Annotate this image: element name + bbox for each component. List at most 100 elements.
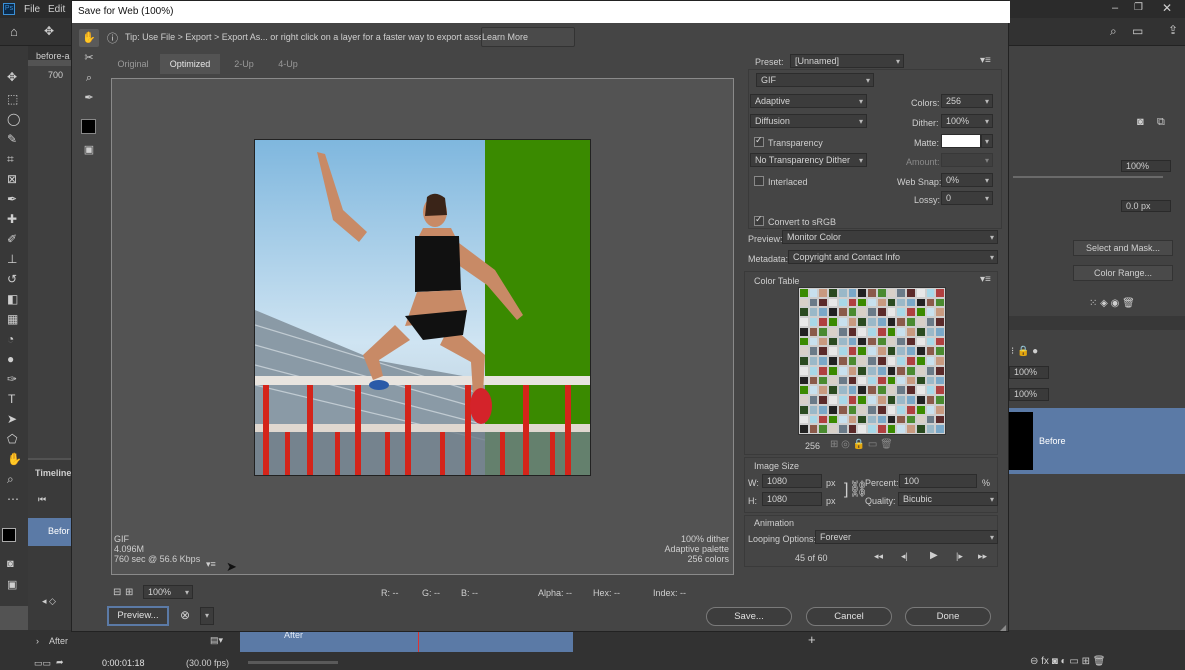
screen-mode-icon[interactable]: ▣ bbox=[7, 578, 17, 591]
slice-select-icon[interactable]: ✂ bbox=[79, 49, 99, 67]
play-icon[interactable]: ▶ bbox=[930, 550, 938, 561]
color-swatch[interactable] bbox=[808, 356, 819, 366]
color-swatch[interactable] bbox=[915, 346, 926, 357]
dither-amount-field[interactable]: 100% ▾ bbox=[941, 114, 993, 128]
color-swatch[interactable] bbox=[915, 317, 926, 327]
websnap-field[interactable]: 0% ▾ bbox=[941, 173, 993, 187]
color-swatch[interactable] bbox=[857, 414, 868, 425]
color-swatch[interactable] bbox=[867, 395, 877, 405]
color-swatch[interactable] bbox=[915, 404, 926, 415]
color-swatch[interactable] bbox=[886, 288, 897, 298]
color-swatch[interactable] bbox=[896, 395, 907, 405]
colors-select[interactable]: 256 ▾ bbox=[941, 94, 993, 108]
info-menu-icon[interactable]: ▾≡ bbox=[206, 559, 216, 570]
color-swatch[interactable] bbox=[876, 404, 887, 415]
color-swatch[interactable] bbox=[906, 297, 916, 308]
color-swatch[interactable] bbox=[808, 307, 819, 318]
density-field[interactable]: 100% bbox=[1121, 160, 1171, 172]
type-icon[interactable]: T bbox=[8, 392, 15, 406]
color-swatch[interactable] bbox=[847, 326, 858, 337]
color-swatch[interactable] bbox=[799, 404, 809, 415]
color-swatch[interactable] bbox=[847, 385, 858, 396]
zoom-select[interactable]: 100% ▾ bbox=[143, 585, 193, 599]
lock-icons[interactable]: ⁝ 🔒 ● bbox=[1011, 346, 1038, 357]
color-swatch[interactable] bbox=[906, 346, 916, 357]
color-swatch[interactable] bbox=[867, 356, 877, 366]
export-icon[interactable]: ➦ bbox=[56, 657, 64, 668]
color-swatch[interactable] bbox=[915, 288, 926, 298]
color-swatch[interactable] bbox=[808, 375, 819, 386]
color-swatch[interactable] bbox=[818, 326, 829, 337]
color-swatch[interactable] bbox=[799, 297, 809, 308]
color-swatch[interactable] bbox=[857, 385, 868, 396]
color-swatch[interactable] bbox=[935, 297, 945, 308]
zoom-out-icon[interactable]: ⊟ bbox=[113, 587, 121, 598]
color-swatch[interactable] bbox=[906, 414, 916, 425]
color-swatch[interactable] bbox=[818, 317, 829, 327]
color-swatch[interactable] bbox=[808, 326, 819, 337]
preview-select[interactable]: Monitor Color ▾ bbox=[782, 230, 998, 244]
color-swatch[interactable] bbox=[808, 385, 819, 396]
color-swatch[interactable] bbox=[837, 317, 848, 327]
color-swatch[interactable] bbox=[886, 336, 897, 347]
color-swatch[interactable] bbox=[896, 414, 907, 425]
eyedropper-tool-icon[interactable]: ✒ bbox=[79, 89, 99, 107]
transparency-checkbox[interactable] bbox=[754, 135, 764, 147]
color-swatch[interactable] bbox=[818, 404, 829, 415]
opacity-field[interactable]: 100% bbox=[1009, 366, 1049, 379]
color-swatch[interactable] bbox=[799, 356, 809, 366]
color-swatch[interactable] bbox=[906, 385, 916, 396]
color-swatch[interactable] bbox=[847, 317, 858, 327]
color-swatch[interactable] bbox=[799, 395, 809, 405]
color-swatch[interactable] bbox=[896, 404, 907, 415]
share-icon[interactable]: ⇪ bbox=[1168, 23, 1178, 37]
color-swatch[interactable] bbox=[808, 288, 819, 298]
transparency-dither-select[interactable]: No Transparency Dither ▾ bbox=[750, 153, 867, 167]
color-swatch[interactable] bbox=[867, 424, 877, 434]
color-swatch[interactable] bbox=[857, 317, 868, 327]
color-swatch[interactable] bbox=[828, 365, 838, 376]
color-swatch[interactable] bbox=[818, 297, 829, 308]
color-swatch[interactable] bbox=[935, 404, 945, 415]
color-swatch[interactable] bbox=[857, 424, 868, 434]
color-swatch[interactable] bbox=[915, 297, 926, 308]
color-swatch[interactable] bbox=[876, 326, 887, 337]
color-swatch[interactable] bbox=[837, 414, 848, 425]
chevron-down-icon[interactable]: ▾ bbox=[200, 607, 214, 625]
color-swatch[interactable] bbox=[808, 424, 819, 434]
color-swatch[interactable] bbox=[935, 326, 945, 337]
color-swatch[interactable] bbox=[925, 336, 936, 347]
color-swatch[interactable] bbox=[818, 346, 829, 357]
color-swatch[interactable] bbox=[847, 365, 858, 376]
color-swatch[interactable] bbox=[808, 297, 819, 308]
color-swatch[interactable] bbox=[857, 346, 868, 357]
color-swatch[interactable] bbox=[867, 326, 877, 337]
color-table-grid[interactable] bbox=[798, 287, 946, 435]
color-swatch[interactable] bbox=[847, 395, 858, 405]
color-swatch[interactable] bbox=[837, 375, 848, 386]
first-frame-icon[interactable]: ⏮ bbox=[38, 494, 46, 505]
color-swatch[interactable] bbox=[876, 414, 887, 425]
color-swatch[interactable] bbox=[857, 395, 868, 405]
color-swatch[interactable] bbox=[906, 356, 916, 366]
color-swatch[interactable] bbox=[886, 375, 897, 386]
lasso-icon[interactable]: ◯ bbox=[7, 112, 20, 126]
color-swatch[interactable] bbox=[876, 395, 887, 405]
color-swatch[interactable] bbox=[857, 404, 868, 415]
color-swatch[interactable] bbox=[925, 365, 936, 376]
color-swatch[interactable] bbox=[799, 414, 809, 425]
color-swatch[interactable] bbox=[896, 307, 907, 318]
keyframe-icon[interactable]: ◂ ◇ bbox=[42, 596, 56, 607]
browser-select[interactable]: ⊗ ▾ bbox=[176, 607, 214, 625]
color-swatch[interactable] bbox=[876, 317, 887, 327]
color-swatch[interactable] bbox=[906, 307, 916, 318]
color-swatch[interactable] bbox=[837, 297, 848, 308]
color-swatch[interactable] bbox=[857, 356, 868, 366]
color-swatch[interactable] bbox=[876, 346, 887, 357]
color-swatch[interactable] bbox=[818, 288, 829, 298]
color-swatch[interactable] bbox=[935, 414, 945, 425]
select-and-mask-button[interactable]: Select and Mask... bbox=[1073, 240, 1173, 256]
brush-icon[interactable]: ✐ bbox=[7, 232, 17, 246]
color-swatch[interactable] bbox=[818, 385, 829, 396]
color-swatch[interactable] bbox=[915, 307, 926, 318]
